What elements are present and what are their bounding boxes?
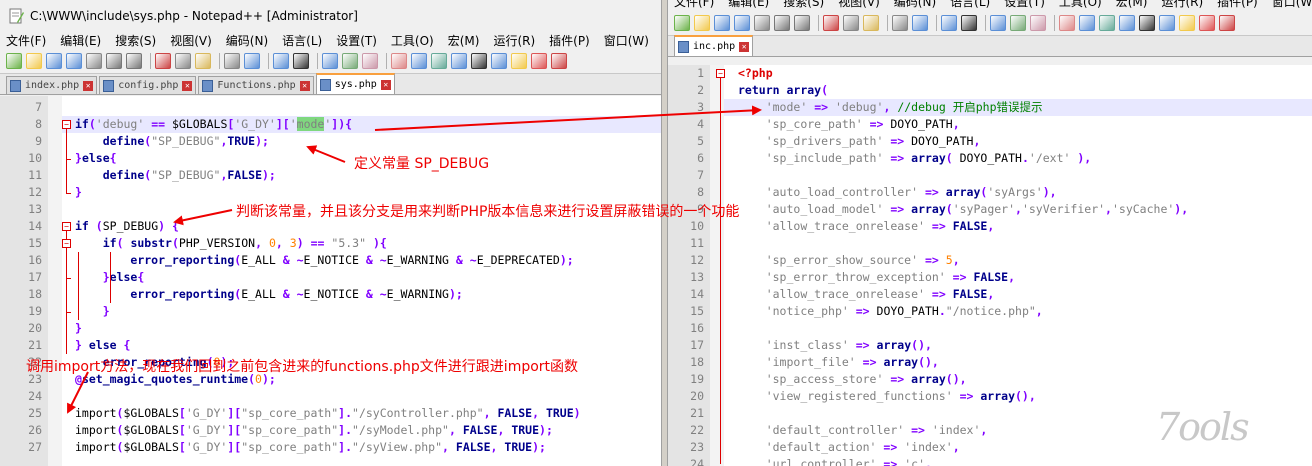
annotation-import-call: 调用import方法，现在我们回到之前包含进来的functions.php文件进…: [26, 359, 579, 375]
arrow-to-import: [67, 371, 89, 414]
annotation-define-const: 定义常量 SP_DEBUG: [354, 156, 490, 172]
arrow-to-define: [306, 145, 346, 163]
annotation-arrows: [67, 105, 762, 414]
arrow-mode-to-config: [374, 105, 762, 131]
annotation-judge-const: 判断该常量，并且该分支是用来判断PHP版本信息来进行设置屏蔽错误的一个功能: [236, 204, 740, 220]
arrow-to-if-debug: [173, 209, 233, 226]
